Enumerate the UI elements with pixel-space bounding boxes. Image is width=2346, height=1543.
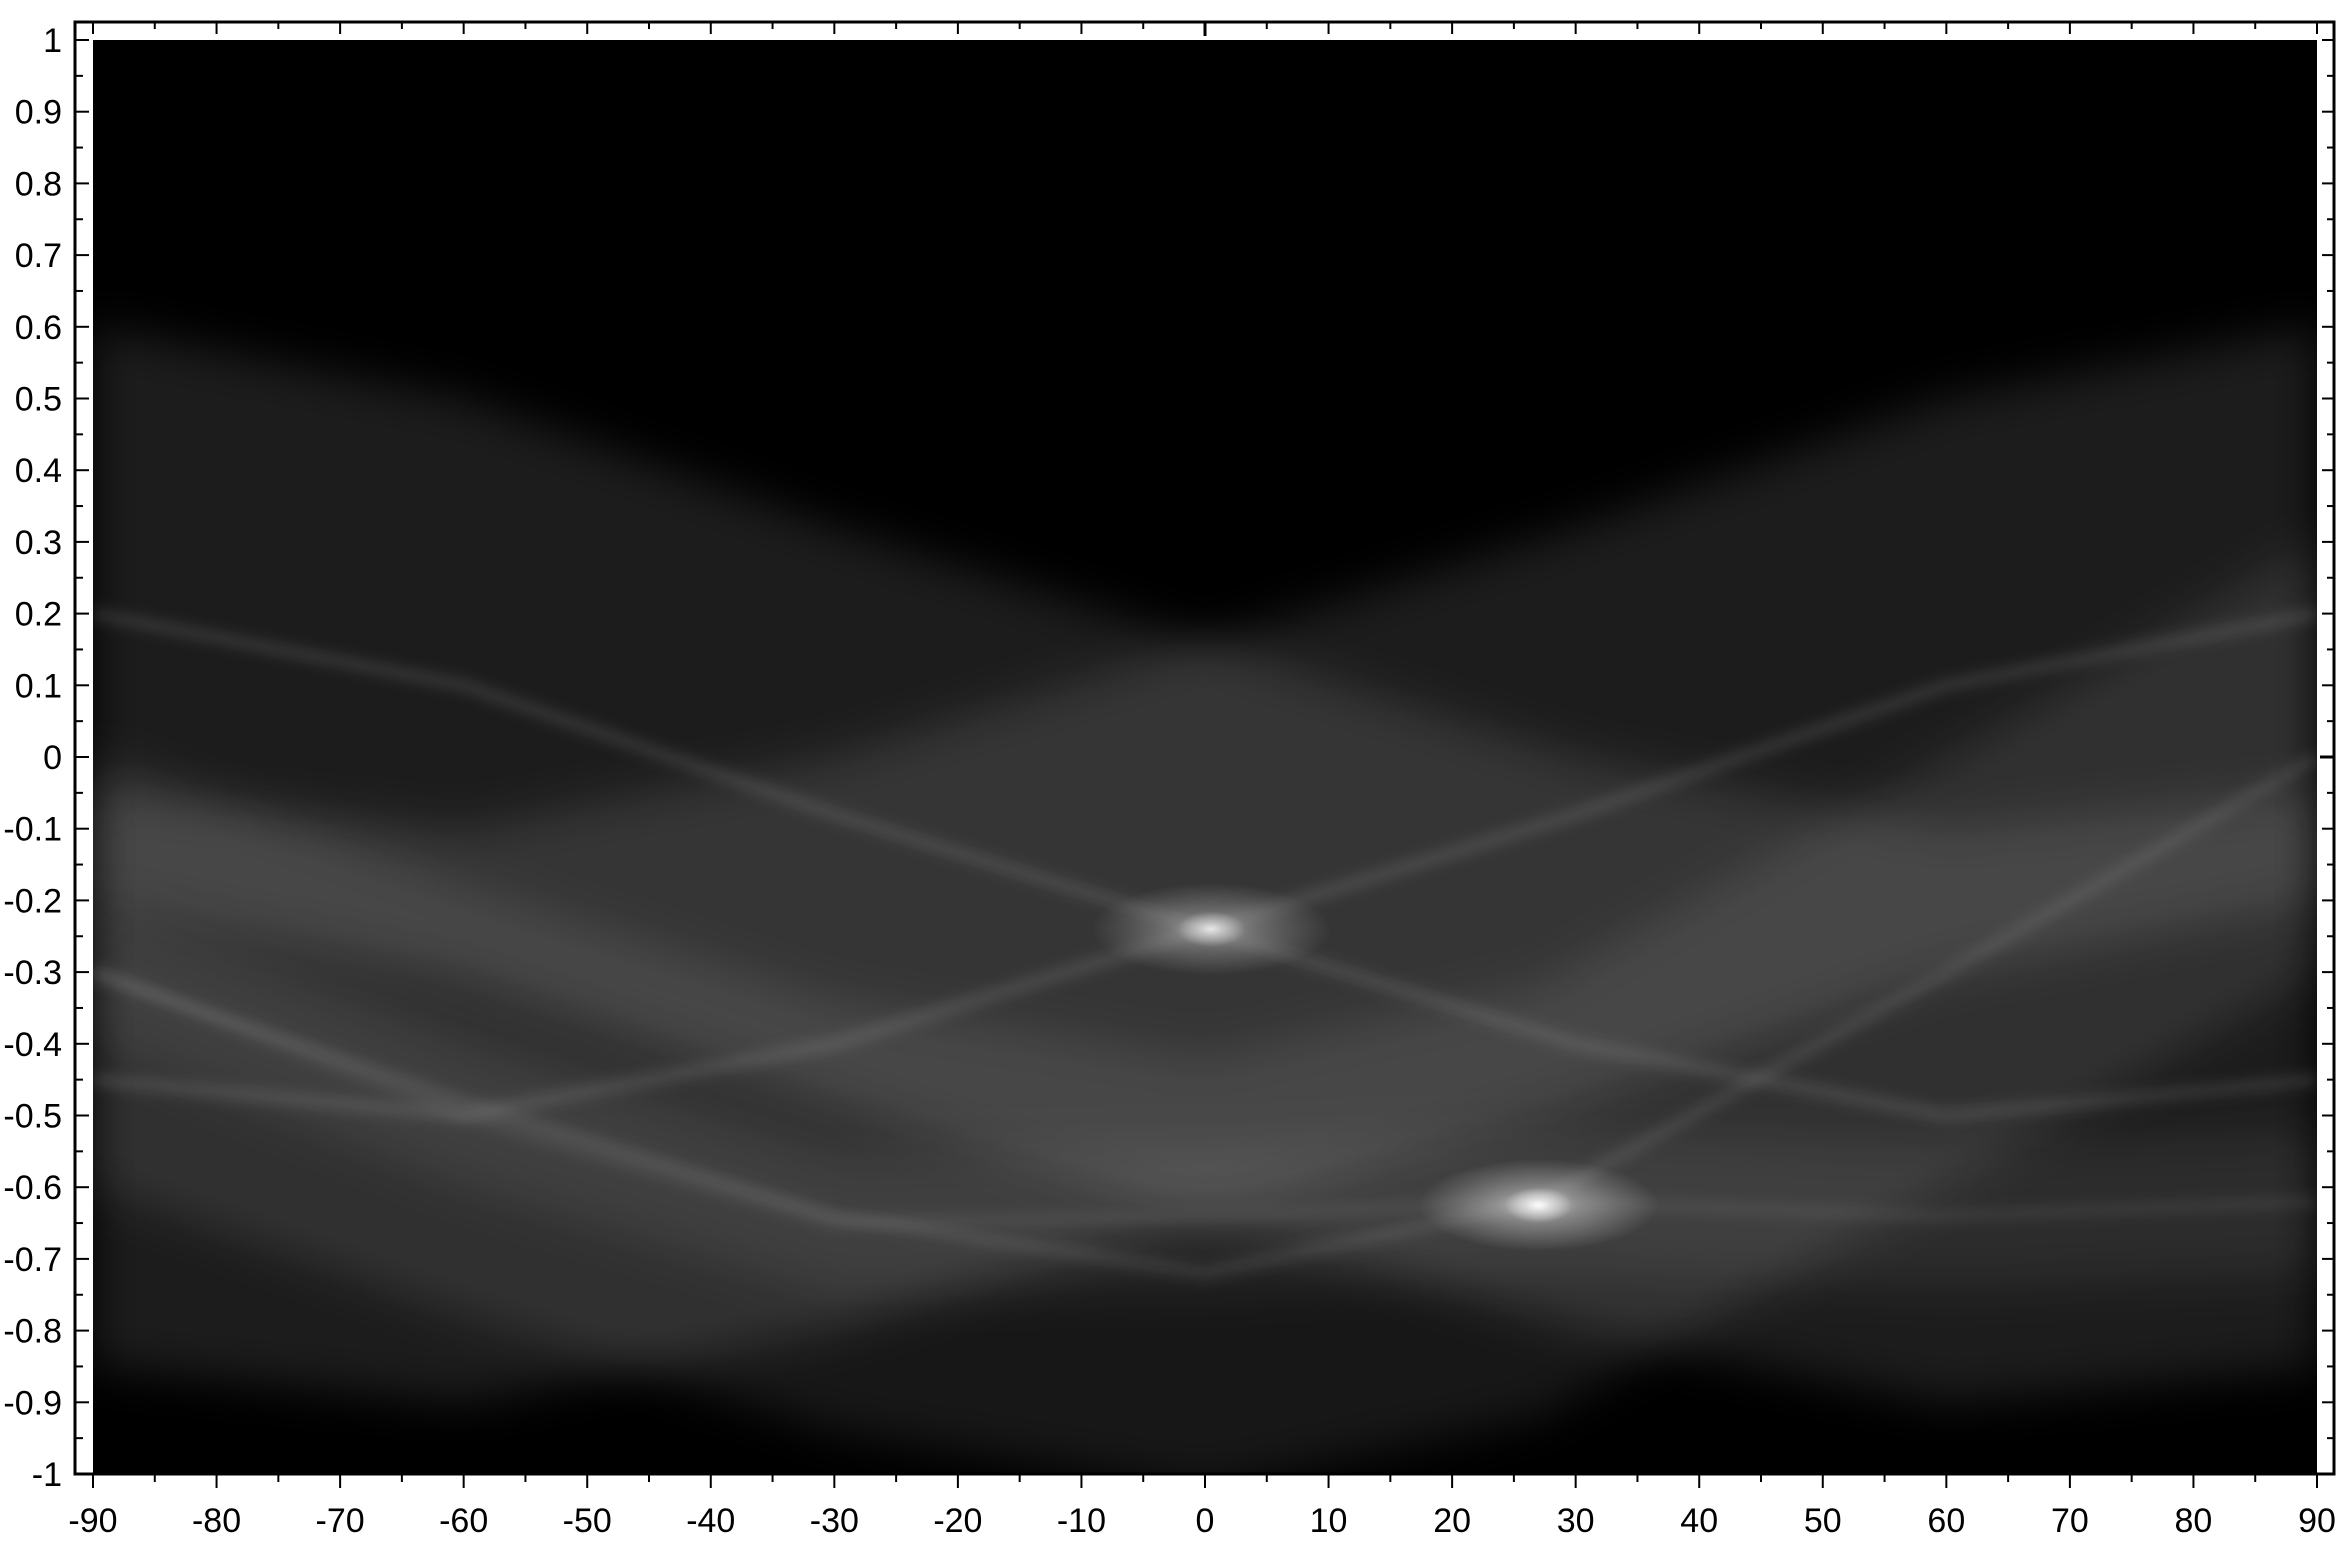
x-tick-label: 0: [1196, 1502, 1215, 1538]
hotspot-core-1: [1177, 911, 1246, 948]
y-tick-label: -0.9: [3, 1384, 62, 1422]
y-tick-label: 0.3: [15, 524, 62, 562]
y-tick-label: -0.5: [3, 1098, 62, 1136]
y-tick-label: 0.5: [15, 381, 62, 419]
x-tick-label: -90: [68, 1502, 117, 1538]
x-tick-label: 30: [1557, 1502, 1595, 1538]
x-tick-label: 70: [2051, 1502, 2089, 1538]
x-tick-label: 90: [2298, 1502, 2336, 1538]
density-chart: -90 -80 -70 -60 -50 -40 -30 -20 -10 0 10 20 30 40 50 60…: [0, 0, 2346, 1540]
y-tick-label: 0.1: [15, 667, 62, 705]
x-tick-label: -80: [192, 1502, 241, 1538]
x-tick-label: -20: [933, 1502, 982, 1538]
y-tick-label: -1: [32, 1456, 62, 1494]
x-tick-label: 20: [1433, 1502, 1471, 1538]
hotspot-core-2: [1504, 1187, 1573, 1224]
y-tick-label: -0.7: [3, 1241, 62, 1279]
y-tick-label: 1: [43, 22, 62, 60]
x-tick-label: -40: [686, 1502, 735, 1538]
y-tick-label: 0.2: [15, 596, 62, 634]
y-tick-label: -0.4: [3, 1026, 62, 1064]
y-tick-label: -0.1: [3, 811, 62, 849]
y-tick-label: -0.8: [3, 1313, 62, 1351]
x-tick-label: -60: [439, 1502, 488, 1538]
y-tick-label: -0.6: [3, 1169, 62, 1207]
x-tick-label: -10: [1057, 1502, 1106, 1538]
x-tick-label: 50: [1804, 1502, 1842, 1538]
x-tick-label: 10: [1310, 1502, 1348, 1538]
x-tick-label: 80: [2175, 1502, 2213, 1538]
y-tick-label: 0.8: [15, 165, 62, 203]
y-tick-label: 0: [43, 739, 62, 777]
y-tick-label: 0.6: [15, 309, 62, 347]
y-tick-label: 0.9: [15, 94, 62, 132]
y-tick-label: 0.4: [15, 452, 62, 490]
x-tick-label: -70: [316, 1502, 365, 1538]
y-tick-label: -0.2: [3, 882, 62, 920]
chart-svg: -90 -80 -70 -60 -50 -40 -30 -20 -10 0 10 20 30 40 50 60…: [3, 20, 2336, 1540]
x-tick-label: 40: [1680, 1502, 1718, 1538]
y-tick-label: 0.7: [15, 237, 62, 275]
y-tick-label: -0.3: [3, 954, 62, 992]
x-tick-label: -50: [563, 1502, 612, 1538]
x-tick-label: -30: [810, 1502, 859, 1538]
x-tick-label: 60: [1927, 1502, 1965, 1538]
